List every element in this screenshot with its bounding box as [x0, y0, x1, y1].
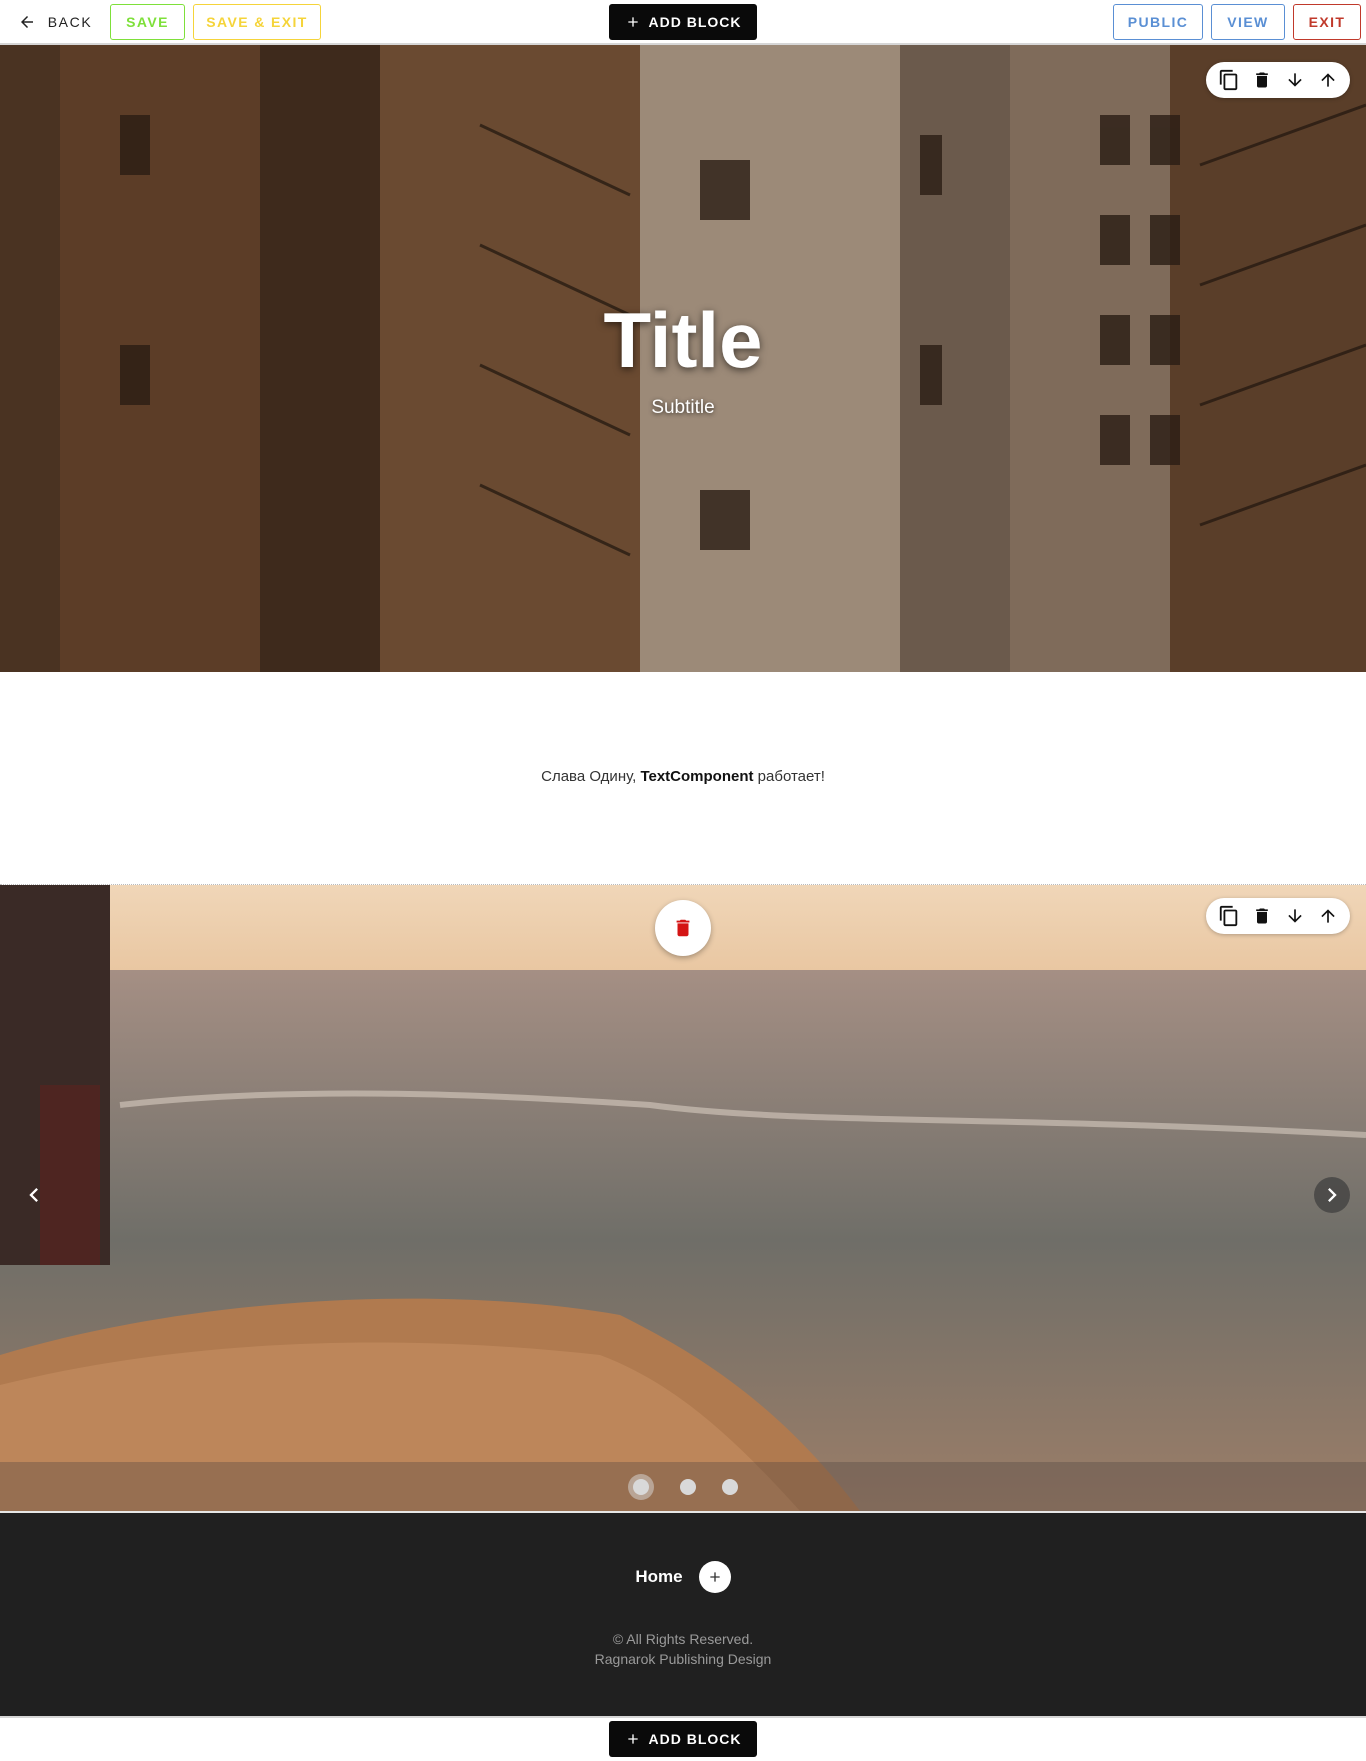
- text-block: Слава Одину, TextComponent работает!: [0, 672, 1366, 885]
- slider-block: [0, 885, 1366, 1511]
- footer-copyright: © All Rights Reserved. Ragnarok Publishi…: [0, 1629, 1366, 1669]
- hero-block: Title Subtitle: [0, 45, 1366, 672]
- copy-icon[interactable]: [1215, 66, 1243, 94]
- slider-dot-1[interactable]: [628, 1473, 654, 1500]
- back-label: BACK: [47, 14, 93, 30]
- slider-next-button[interactable]: [1314, 1177, 1350, 1213]
- trash-icon[interactable]: [1248, 66, 1276, 94]
- arrow-left-icon: [18, 13, 36, 31]
- hero-subtitle[interactable]: Subtitle: [0, 397, 1366, 419]
- slider-pagination: [0, 1462, 1366, 1511]
- view-button[interactable]: VIEW: [1211, 4, 1285, 40]
- copy-icon[interactable]: [1215, 902, 1243, 930]
- plus-icon: [625, 1731, 641, 1747]
- back-button[interactable]: BACK: [10, 4, 100, 40]
- bottom-add-bar: ADD BLOCK: [0, 1716, 1366, 1761]
- delete-slide-button[interactable]: [655, 900, 711, 956]
- slide-image: [0, 885, 1366, 1511]
- text-suffix: работает!: [753, 768, 825, 785]
- footer-block: Home © All Rights Reserved. Ragnarok Pub…: [0, 1511, 1366, 1716]
- add-block-label: ADD BLOCK: [648, 1731, 742, 1747]
- chevron-right-icon: [1328, 1188, 1337, 1202]
- exit-button[interactable]: EXIT: [1293, 4, 1361, 40]
- trash-icon[interactable]: [1248, 902, 1276, 930]
- slider-block-tools: [1206, 898, 1350, 934]
- trash-icon: [676, 919, 690, 937]
- public-button[interactable]: PUBLIC: [1113, 4, 1203, 40]
- arrow-up-icon[interactable]: [1314, 66, 1342, 94]
- plus-icon: [625, 14, 641, 30]
- hero-block-tools: [1206, 62, 1350, 98]
- footer-nav-home[interactable]: Home: [635, 1567, 682, 1587]
- slider-dot-3[interactable]: [722, 1478, 738, 1495]
- save-button[interactable]: SAVE: [110, 4, 185, 40]
- plus-icon: [709, 1572, 720, 1582]
- footer-nav: Home: [0, 1561, 1366, 1593]
- add-nav-item-button[interactable]: [698, 1561, 731, 1593]
- save-and-exit-button[interactable]: SAVE & EXIT: [193, 4, 321, 40]
- text-prefix: Слава Одину,: [541, 768, 641, 785]
- slider-dot-2[interactable]: [680, 1478, 696, 1495]
- text-component[interactable]: Слава Одину, TextComponent работает!: [0, 768, 1366, 785]
- add-block-button[interactable]: ADD BLOCK: [609, 4, 757, 40]
- company-name: Ragnarok Publishing Design: [594, 1651, 772, 1667]
- copyright-text: © All Rights Reserved.: [612, 1631, 754, 1647]
- arrow-down-icon[interactable]: [1281, 902, 1309, 930]
- arrow-up-icon[interactable]: [1314, 902, 1342, 930]
- hero-title[interactable]: Title: [0, 295, 1366, 386]
- editor-toolbar: BACK SAVE SAVE & EXIT ADD BLOCK PUBLIC V…: [0, 0, 1366, 45]
- chevron-left-icon: [29, 1188, 38, 1202]
- add-block-label: ADD BLOCK: [648, 14, 742, 30]
- add-block-button-bottom[interactable]: ADD BLOCK: [609, 1721, 757, 1757]
- slider-prev-button[interactable]: [16, 1177, 52, 1213]
- text-bold: TextComponent: [640, 768, 754, 785]
- arrow-down-icon[interactable]: [1281, 66, 1309, 94]
